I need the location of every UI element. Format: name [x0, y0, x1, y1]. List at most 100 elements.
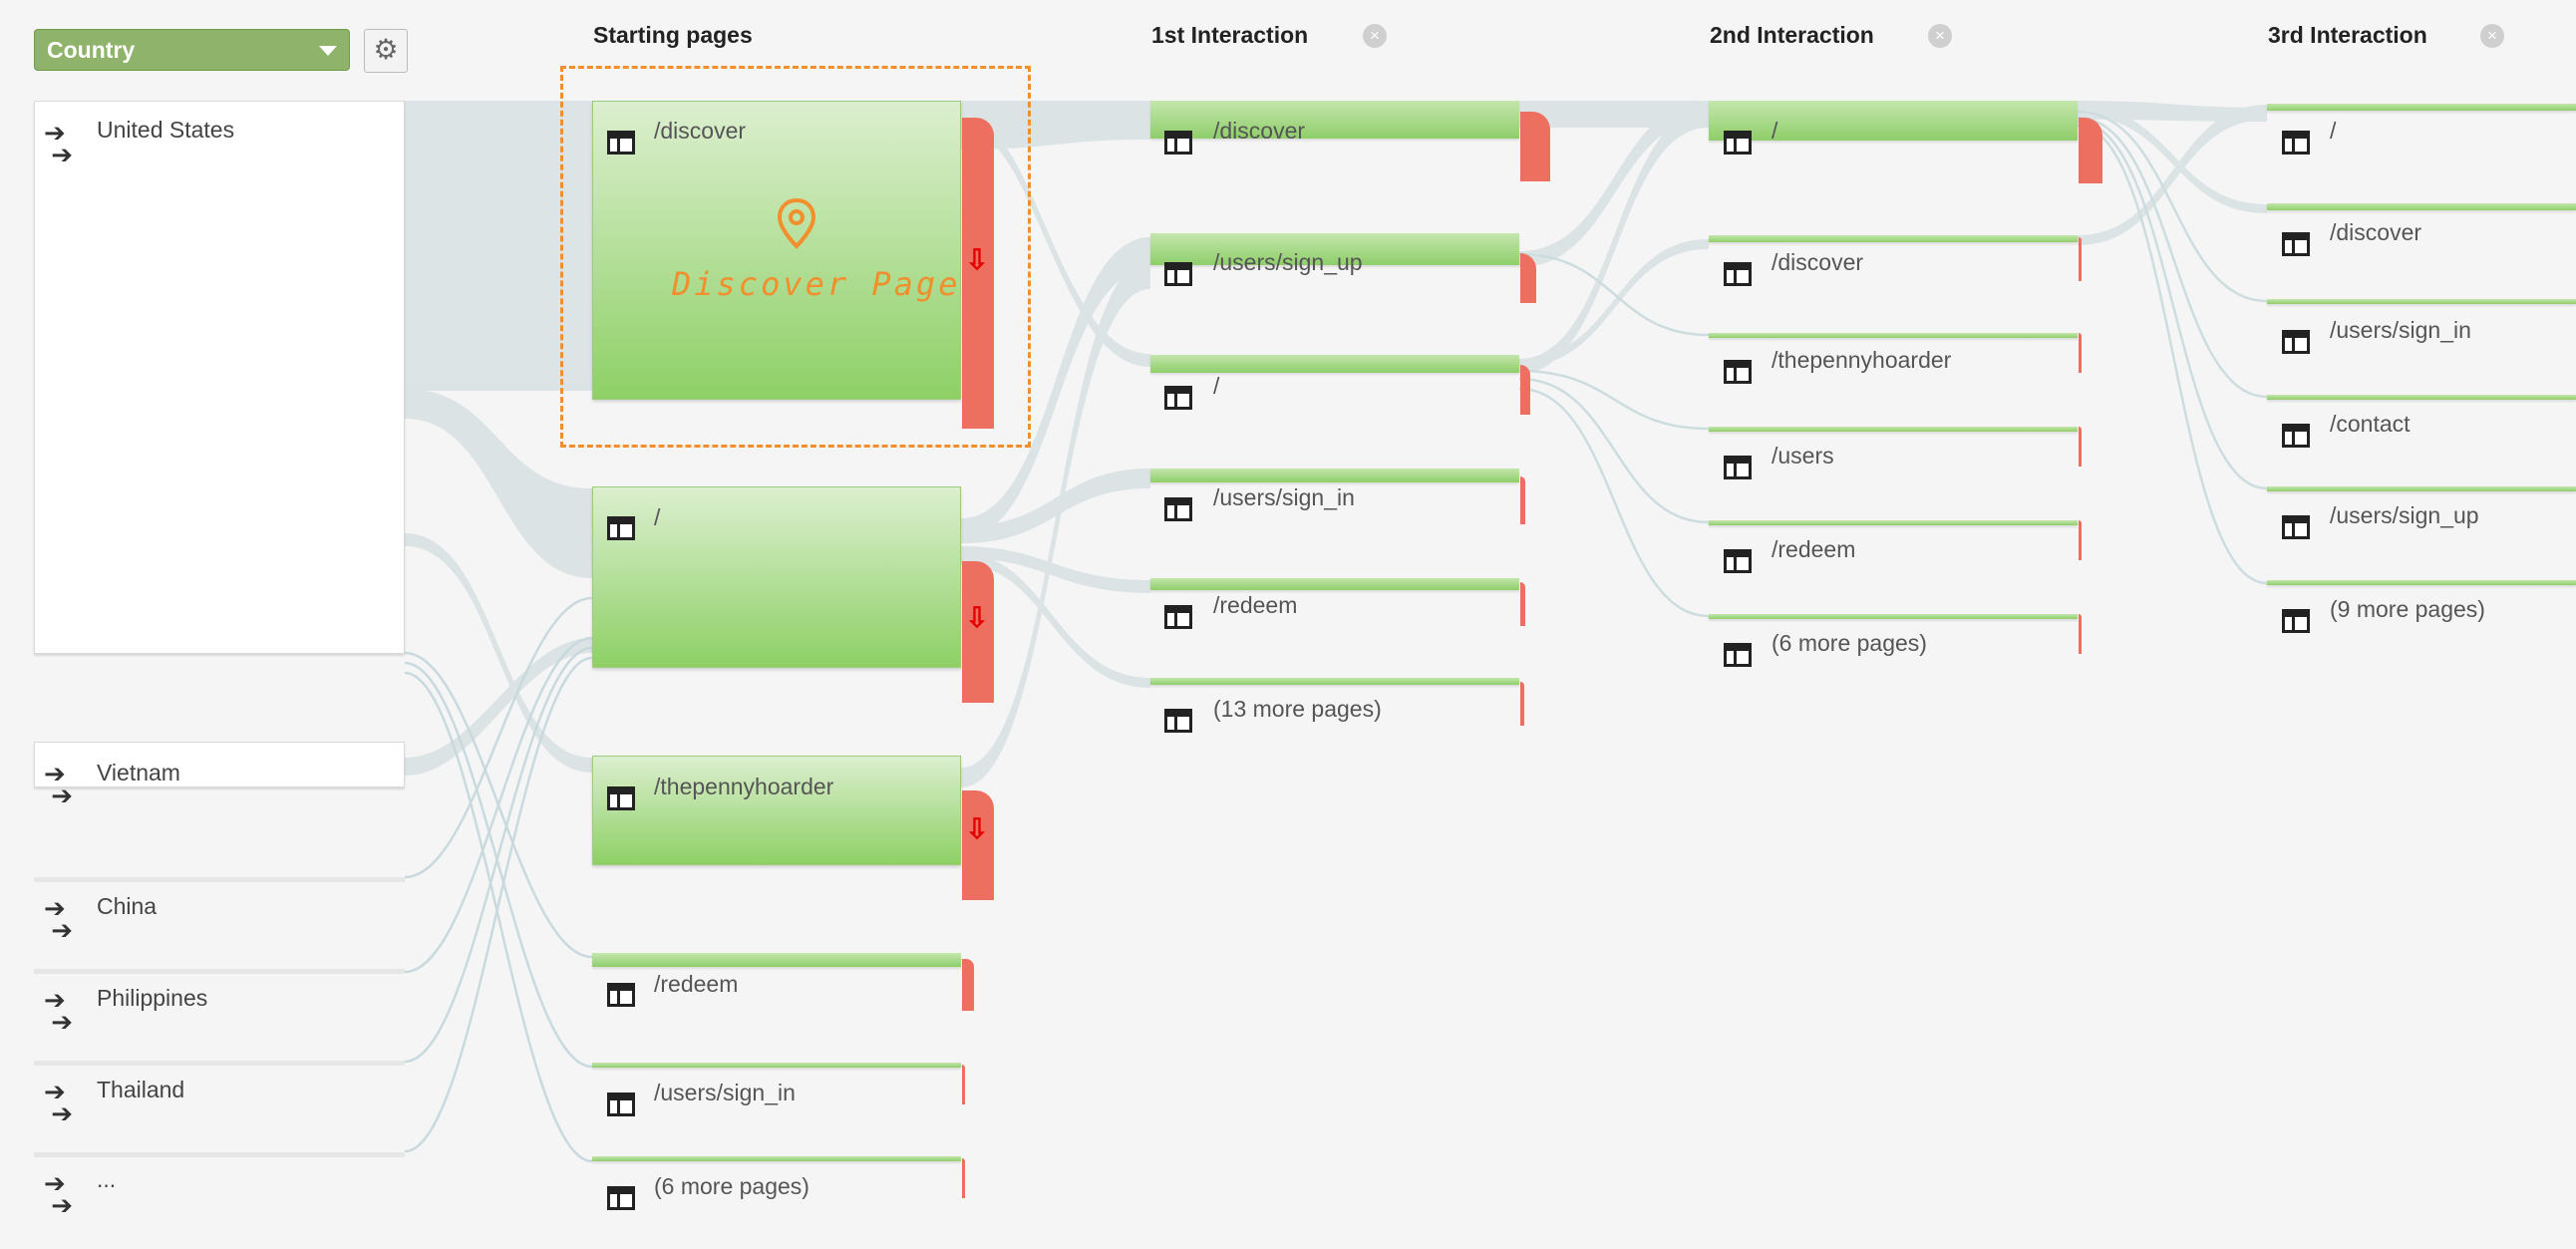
page-icon	[1723, 455, 1753, 480]
starting-page-node[interactable]	[592, 486, 961, 668]
page-label: /	[1213, 373, 1220, 399]
interaction-node[interactable]	[2267, 580, 2576, 585]
drop-off[interactable]	[1520, 112, 1550, 181]
page-icon	[1723, 642, 1753, 668]
interaction-node[interactable]	[1150, 468, 1519, 482]
country-node-china[interactable]	[34, 877, 405, 882]
interaction-node[interactable]	[1709, 235, 2078, 242]
interaction-node[interactable]	[1709, 614, 2078, 619]
starting-page-node[interactable]	[592, 1156, 961, 1161]
interaction-node[interactable]	[2267, 395, 2576, 400]
page-label: /redeem	[654, 971, 739, 997]
page-icon	[1723, 548, 1753, 574]
drop-off[interactable]	[962, 1158, 965, 1198]
interaction-node[interactable]	[2267, 486, 2576, 491]
column-title-3rd-interaction: 3rd Interaction	[2268, 22, 2427, 48]
drop-off[interactable]	[1520, 365, 1530, 415]
interaction-node[interactable]	[1709, 520, 2078, 525]
drop-off-arrow-icon: ⇩	[965, 602, 989, 633]
drop-off[interactable]	[2079, 614, 2082, 654]
segment-arrow-icon: ➔ ➔	[44, 985, 74, 1037]
settings-button[interactable]: ⚙	[364, 29, 408, 73]
drop-off[interactable]	[2079, 333, 2082, 373]
country-node-philippines[interactable]	[34, 969, 405, 974]
close-icon[interactable]: ×	[1363, 24, 1387, 48]
drop-off[interactable]	[1520, 253, 1536, 303]
page-icon	[606, 982, 636, 1008]
segment-arrow-icon: ➔ ➔	[44, 759, 74, 810]
page-icon	[1163, 604, 1193, 630]
page-label: /	[2330, 118, 2337, 144]
country-label: United States	[97, 117, 235, 143]
close-icon[interactable]: ×	[2480, 24, 2504, 48]
page-label: /thepennyhoarder	[654, 774, 834, 799]
segment-arrow-icon: ➔ ➔	[44, 1168, 74, 1220]
drop-off[interactable]: ⇩	[962, 790, 994, 900]
column-title-starting-pages: Starting pages	[593, 22, 753, 48]
drop-off[interactable]: ⇩	[962, 561, 994, 703]
close-icon[interactable]: ×	[1928, 24, 1952, 48]
drop-off[interactable]	[1520, 582, 1525, 626]
interaction-node[interactable]	[1150, 578, 1519, 590]
page-label: /users/sign_up	[1213, 249, 1363, 275]
annotation-label: Discover Page	[672, 265, 961, 303]
page-icon	[2281, 130, 2311, 156]
interaction-node[interactable]	[1150, 355, 1519, 373]
drop-off[interactable]	[2079, 118, 2102, 183]
page-icon	[606, 1092, 636, 1117]
country-label: China	[97, 893, 158, 919]
page-icon	[2281, 608, 2311, 634]
page-label: (9 more pages)	[2330, 596, 2485, 622]
dimension-dropdown[interactable]: Country	[34, 29, 350, 71]
country-node-vietnam[interactable]	[34, 742, 405, 787]
starting-page-node[interactable]	[592, 1063, 961, 1068]
starting-page-node[interactable]	[592, 756, 961, 865]
highlight-box	[560, 66, 1031, 448]
interaction-node[interactable]	[1150, 678, 1519, 685]
page-icon	[1163, 261, 1193, 287]
interaction-node[interactable]	[1709, 427, 2078, 432]
drop-off[interactable]	[1520, 476, 1525, 524]
page-label: /users	[1771, 443, 1834, 468]
interaction-node[interactable]	[1709, 101, 2078, 141]
page-label: /contact	[2330, 411, 2411, 437]
page-label: /users/sign_in	[2330, 317, 2471, 343]
drop-off-arrow-icon: ⇩	[965, 813, 989, 844]
segment-arrow-icon: ➔ ➔	[44, 118, 74, 169]
drop-off[interactable]	[2079, 520, 2082, 560]
page-label: /discover	[2330, 219, 2422, 245]
interaction-node[interactable]	[2267, 104, 2576, 111]
column-title-1st-interaction: 1st Interaction	[1151, 22, 1309, 48]
country-node-more[interactable]	[34, 1152, 405, 1157]
interaction-node[interactable]	[1709, 333, 2078, 338]
dimension-dropdown-value: Country	[47, 37, 136, 63]
page-icon	[606, 515, 636, 541]
page-icon	[1163, 708, 1193, 734]
page-label: /users/sign_up	[2330, 502, 2479, 528]
drop-off[interactable]	[2079, 427, 2082, 467]
page-label: (13 more pages)	[1213, 696, 1382, 722]
page-label: /discover	[1771, 249, 1864, 275]
country-node-thailand[interactable]	[34, 1061, 405, 1066]
location-pin-icon	[776, 197, 817, 254]
page-label: /redeem	[1771, 536, 1856, 562]
page-icon	[1163, 130, 1193, 156]
drop-off[interactable]	[2079, 237, 2082, 281]
page-label: /thepennyhoarder	[1771, 347, 1952, 373]
page-label: /users/sign_in	[654, 1080, 796, 1105]
drop-off[interactable]	[1520, 682, 1524, 726]
interaction-node[interactable]	[2267, 299, 2576, 304]
country-node-united-states[interactable]	[34, 101, 405, 654]
page-label: (6 more pages)	[654, 1173, 809, 1199]
interaction-node[interactable]	[2267, 203, 2576, 210]
page-label: /redeem	[1213, 592, 1298, 618]
interaction-node[interactable]	[1150, 101, 1519, 139]
drop-off[interactable]	[962, 1065, 965, 1104]
page-label: /	[1771, 118, 1778, 144]
drop-off[interactable]	[962, 959, 974, 1011]
segment-arrow-icon: ➔ ➔	[44, 1077, 74, 1128]
starting-page-node[interactable]	[592, 953, 961, 967]
country-label: Philippines	[97, 985, 208, 1011]
page-icon	[2281, 329, 2311, 355]
page-label: /	[654, 504, 661, 530]
